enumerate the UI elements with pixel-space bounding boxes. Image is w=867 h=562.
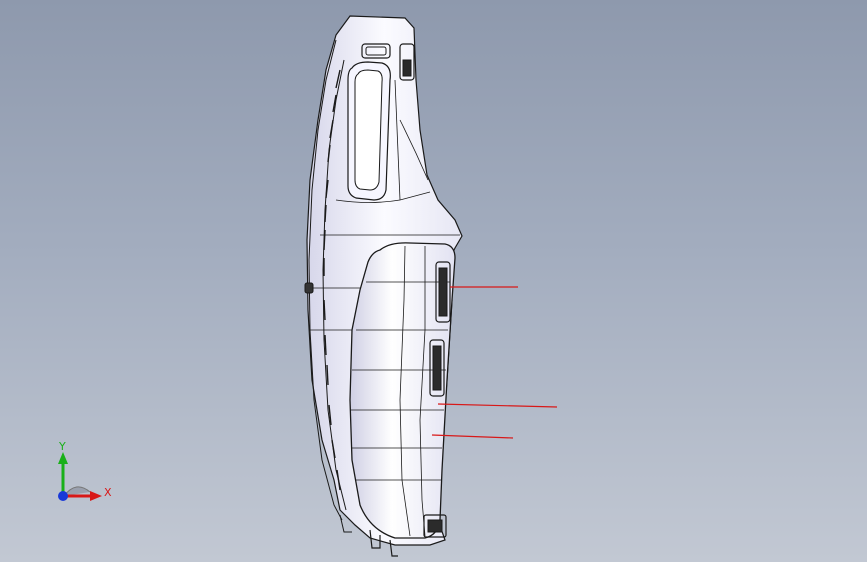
z-axis-origin (58, 491, 68, 501)
x-axis-arrow (90, 491, 102, 501)
dashboard-part[interactable] (304, 15, 463, 557)
coordinate-triad: Y X (58, 440, 112, 501)
graphics-viewport[interactable]: Y X (0, 0, 867, 562)
y-axis-arrow (58, 452, 68, 464)
callout-line-2 (437, 403, 558, 408)
model-view[interactable] (0, 0, 867, 562)
y-axis-label: Y (58, 440, 66, 453)
left-clip (304, 282, 314, 294)
x-axis-label: X (104, 486, 112, 499)
